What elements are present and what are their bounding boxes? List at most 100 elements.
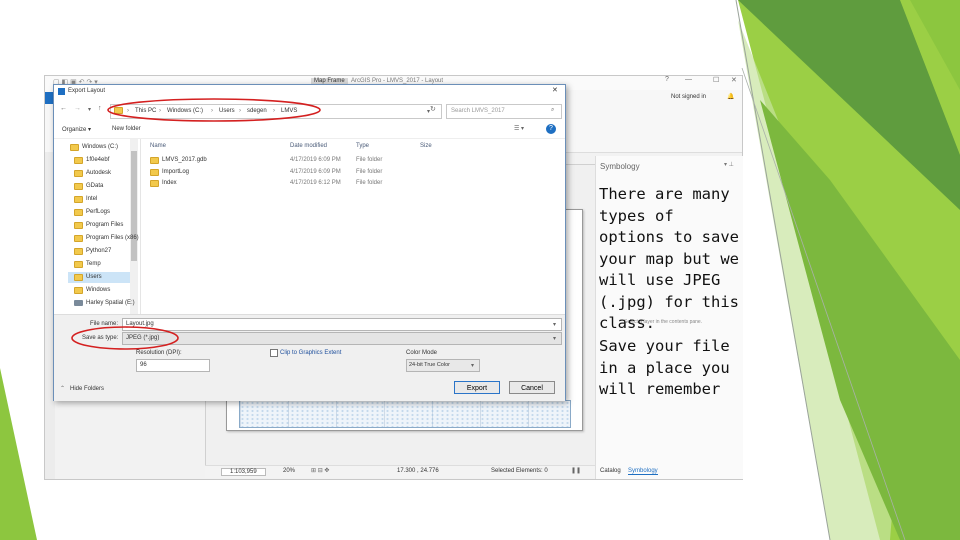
- file-type-cell: File folder: [356, 168, 383, 175]
- export-button[interactable]: Export: [454, 381, 500, 394]
- save-type-dropdown-icon[interactable]: ▾: [553, 335, 556, 342]
- refresh-icon[interactable]: ↻: [430, 105, 436, 113]
- file-type-cell: File folder: [356, 157, 383, 163]
- crumb-users[interactable]: Users: [219, 108, 235, 114]
- save-type-label: Save as type:: [82, 335, 119, 341]
- column-name[interactable]: Name: [150, 143, 166, 149]
- file-date-cell: 4/17/2019 6:09 PM: [290, 168, 341, 175]
- zoom-level[interactable]: 20%: [283, 468, 295, 474]
- column-date-modified[interactable]: Date modified: [290, 143, 327, 149]
- file-name-label: File name:: [90, 321, 119, 327]
- crumb-this-pc[interactable]: This PC: [135, 108, 156, 114]
- pause-icon[interactable]: ❚❚: [571, 467, 581, 474]
- recent-locations-icon[interactable]: ▾: [88, 106, 91, 113]
- file-name-cell: LMVS_2017.gdb: [162, 157, 207, 163]
- crumb-user[interactable]: sdegen: [247, 108, 267, 114]
- search-box[interactable]: Search LMVS_2017 ⌕: [446, 104, 562, 119]
- file-row[interactable]: Index 4/17/2019 6:12 PM File folder: [144, 178, 464, 189]
- nav-item[interactable]: Windows: [68, 285, 130, 296]
- file-rows: LMVS_2017.gdb 4/17/2019 6:09 PM File folde…: [144, 155, 564, 215]
- nav-item-label: Autodesk: [86, 170, 112, 176]
- notification-icon[interactable]: 🔔: [727, 93, 734, 100]
- folder-icon: [150, 157, 159, 164]
- clip-checkbox[interactable]: [270, 349, 278, 357]
- scale-box[interactable]: 1:103,959: [221, 468, 266, 476]
- search-placeholder: Search LMVS_2017: [451, 108, 505, 114]
- nav-item-label: Program Files (x86): [86, 235, 139, 241]
- file-name-cell: Index: [162, 180, 177, 186]
- resolution-input[interactable]: 96: [136, 359, 210, 372]
- column-type[interactable]: Type: [356, 143, 369, 149]
- nav-item[interactable]: GData: [68, 181, 130, 192]
- nav-item-label: Windows: [86, 287, 111, 293]
- back-icon[interactable]: ←: [60, 105, 67, 112]
- nav-item[interactable]: Program Files: [68, 220, 130, 231]
- nav-item[interactable]: PerfLogs: [68, 207, 130, 218]
- folder-icon: [150, 180, 159, 187]
- save-form: File name: Layout.jpg ▾ Save as type: JP…: [54, 314, 565, 401]
- up-folder-icon[interactable]: ↑: [98, 105, 102, 112]
- minimize-icon[interactable]: —: [685, 76, 692, 83]
- folder-icon: [70, 144, 79, 151]
- column-size[interactable]: Size: [420, 143, 432, 149]
- dialog-title-bar: Export Layout ✕: [54, 85, 565, 99]
- selected-elements: Selected Elements: 0: [491, 468, 548, 474]
- close-icon[interactable]: ✕: [731, 76, 737, 84]
- export-dialog: Export Layout ✕ ← → ▾ ↑ › This PC › Wind…: [53, 84, 566, 401]
- help-icon[interactable]: ?: [665, 76, 669, 83]
- cancel-button[interactable]: Cancel: [509, 381, 555, 394]
- color-mode-value: 24-bit True Color: [409, 362, 450, 368]
- drive-icon: [74, 300, 83, 306]
- color-mode-select[interactable]: 24-bit True Color ▾: [406, 359, 480, 372]
- symbology-title: Symbology: [600, 162, 640, 171]
- path-separator-icon: ›: [127, 108, 129, 114]
- crumb-folder[interactable]: LMVS: [281, 108, 297, 114]
- nav-item-label: PerfLogs: [86, 209, 111, 215]
- hide-folders-icon[interactable]: ⌃: [60, 385, 65, 392]
- nav-item-label: Program Files: [86, 222, 124, 228]
- folder-icon: [74, 261, 83, 268]
- file-name-dropdown-icon[interactable]: ▾: [553, 321, 556, 328]
- new-folder-button[interactable]: New folder: [112, 126, 141, 132]
- file-row[interactable]: ImportLog 4/17/2019 6:09 PM File folder: [144, 167, 464, 178]
- organize-button[interactable]: Organize ▾: [62, 126, 91, 133]
- file-type-cell: File folder: [356, 180, 383, 186]
- file-row[interactable]: LMVS_2017.gdb 4/17/2019 6:09 PM File folde…: [144, 155, 464, 166]
- path-separator-icon: ›: [211, 108, 213, 114]
- catalog-tab[interactable]: Catalog: [600, 468, 621, 474]
- nav-item[interactable]: Harley Spatial (E:): [68, 298, 135, 309]
- user-status[interactable]: Not signed in: [671, 94, 706, 100]
- folder-icon: [74, 196, 83, 203]
- nav-item[interactable]: Program Files (x86): [68, 233, 139, 244]
- nav-item[interactable]: Intel: [68, 194, 130, 205]
- help-icon[interactable]: ?: [546, 124, 556, 134]
- path-separator-icon: ›: [239, 108, 241, 114]
- view-tools-icons[interactable]: ⊞ ⊟ ✥: [311, 467, 329, 474]
- crumb-drive[interactable]: Windows (C:): [167, 108, 203, 114]
- folder-icon: [74, 170, 83, 177]
- save-type-select[interactable]: JPEG (*.jpg) ▾: [122, 332, 562, 345]
- nav-item[interactable]: Autodesk: [68, 168, 130, 179]
- pane-options-icon[interactable]: ▾ ⊥: [724, 161, 734, 168]
- file-name-input[interactable]: Layout.jpg ▾: [122, 318, 562, 331]
- address-bar[interactable]: › This PC › Windows (C:) › Users › sdege…: [110, 104, 442, 119]
- map-features: [240, 401, 570, 427]
- forward-icon[interactable]: →: [74, 105, 81, 112]
- nav-scrollbar[interactable]: [130, 139, 138, 314]
- nav-item[interactable]: 1f0e4ebf: [68, 155, 130, 166]
- view-options-icon[interactable]: ☰ ▾: [514, 125, 524, 132]
- map-frame[interactable]: [239, 400, 571, 428]
- nav-item[interactable]: Users: [68, 272, 130, 283]
- color-mode-label: Color Mode: [406, 350, 438, 356]
- nav-item[interactable]: Python27: [68, 246, 130, 257]
- maximize-icon[interactable]: ☐: [713, 76, 719, 84]
- nav-scroll-thumb[interactable]: [131, 151, 137, 261]
- clip-label[interactable]: Clip to Graphics Extent: [280, 350, 341, 356]
- nav-item-label: Harley Spatial (E:): [86, 300, 135, 306]
- hide-folders-button[interactable]: Hide Folders: [70, 386, 104, 392]
- nav-item[interactable]: Temp: [68, 259, 130, 270]
- symbology-tab[interactable]: Symbology: [628, 468, 658, 475]
- dialog-close-icon[interactable]: ✕: [552, 86, 558, 94]
- nav-item[interactable]: Windows (C:): [68, 142, 130, 153]
- color-mode-dropdown-icon[interactable]: ▾: [471, 362, 474, 369]
